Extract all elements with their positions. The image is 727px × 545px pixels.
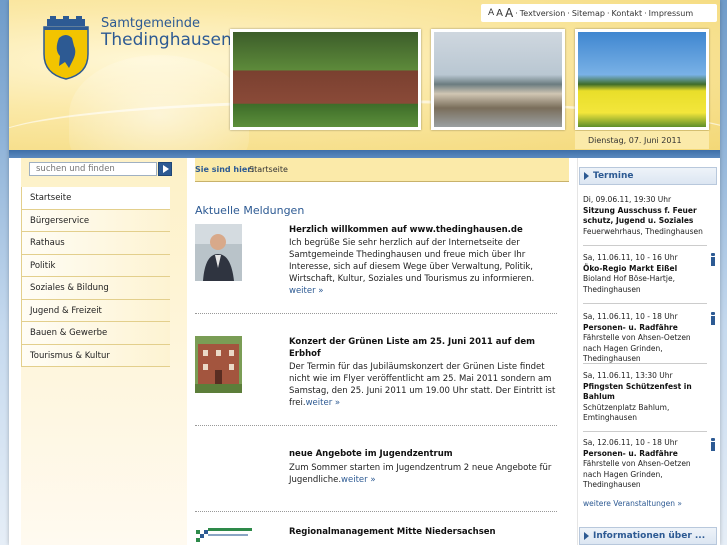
read-more-link[interactable]: weiter » <box>306 398 341 408</box>
main-content: Sie sind hier: Startseite Aktuelle Meldu… <box>195 158 569 545</box>
event-item: Sa, 12.06.11, 10 - 18 Uhr Personen- u. R… <box>583 438 715 491</box>
event-title[interactable]: Personen- u. Radfähre <box>583 449 707 460</box>
photo-manor-house <box>230 29 421 130</box>
event-title[interactable]: Öko-Regio Markt Eißel <box>583 264 707 275</box>
brand-line2: Thedinghausen <box>101 30 232 50</box>
event-item: Sa, 11.06.11, 10 - 18 Uhr Personen- u. R… <box>583 312 715 365</box>
event-separator <box>583 245 707 246</box>
photo-ferry <box>431 29 565 130</box>
event-title[interactable]: Pfingsten Schützenfest in Bahlum <box>583 382 707 403</box>
nav-item-rathaus[interactable]: Rathaus <box>21 232 170 255</box>
event-place: Fährstelle von Ahsen-Oetzen nach Hagen G… <box>583 333 691 363</box>
breadcrumb-current[interactable]: Startseite <box>249 165 288 174</box>
news-title[interactable]: Regionalmanagement Mitte Niedersachsen <box>289 526 557 538</box>
textversion-link[interactable]: Textversion <box>520 9 565 18</box>
event-item: Sa, 11.06.11, 10 - 16 Uhr Öko-Regio Mark… <box>583 253 715 295</box>
news-body: Ich begrüße Sie sehr herzlich auf der In… <box>289 238 535 296</box>
more-events-link[interactable]: weitere Veranstaltungen » <box>583 499 682 508</box>
info-icon[interactable] <box>709 312 717 325</box>
utility-bar: A A A · Textversion · Sitemap · Kontakt … <box>481 4 717 22</box>
separator: · <box>644 8 647 18</box>
event-title[interactable]: Personen- u. Radfähre <box>583 323 707 334</box>
event-item: Di, 09.06.11, 19:30 Uhr Sitzung Ausschus… <box>583 195 707 237</box>
news-separator <box>195 425 557 426</box>
separator: · <box>606 8 610 18</box>
search-submit-button[interactable] <box>158 162 172 176</box>
font-size-small-button[interactable]: A <box>488 8 494 18</box>
event-date: Sa, 11.06.11, 13:30 Uhr <box>583 371 673 380</box>
news-title[interactable]: Konzert der Grünen Liste am 25. Juni 201… <box>289 336 557 360</box>
nav-item-tourismus-kultur[interactable]: Tourismus & Kultur <box>21 344 170 367</box>
news-title[interactable]: Herzlich willkommen auf www.thedinghause… <box>289 224 557 236</box>
coat-of-arms-icon[interactable] <box>41 16 91 80</box>
event-place: Bioland Hof Böse-Hartje, Thedinghausen <box>583 274 675 294</box>
news-image-erbhof[interactable] <box>195 336 242 393</box>
breadcrumb-label: Sie sind hier: <box>195 165 255 174</box>
event-date: Sa, 11.06.11, 10 - 16 Uhr <box>583 253 678 262</box>
nav-item-bauen-gewerbe[interactable]: Bauen & Gewerbe <box>21 322 170 345</box>
regionalmanagement-logo-icon[interactable] <box>195 526 253 545</box>
read-more-link[interactable]: weiter » <box>289 286 324 296</box>
news-body: Zum Sommer starten im Jugendzentrum 2 ne… <box>289 463 552 485</box>
header: Samtgemeinde Thedinghausen A A A · Textv… <box>9 0 720 150</box>
event-title[interactable]: Sitzung Ausschuss f. Feuer schutz, Jugen… <box>583 206 707 227</box>
news-separator <box>195 313 557 314</box>
nav-item-jugend-freizeit[interactable]: Jugend & Freizeit <box>21 299 170 322</box>
main-navigation: Startseite Bürgerservice Rathaus Politik… <box>21 187 170 367</box>
event-place: Schützenplatz Bahlum, Emtinghausen <box>583 402 670 423</box>
nav-item-politik[interactable]: Politik <box>21 254 170 277</box>
section-title: Aktuelle Meldungen <box>195 204 305 217</box>
brand-line1: Samtgemeinde <box>101 16 200 31</box>
event-separator <box>583 431 707 432</box>
header-divider <box>9 150 720 158</box>
termine-header[interactable]: Termine <box>579 167 717 185</box>
page: Samtgemeinde Thedinghausen A A A · Textv… <box>9 0 720 545</box>
event-date: Sa, 11.06.11, 10 - 18 Uhr <box>583 312 678 321</box>
event-date: Di, 09.06.11, 19:30 Uhr <box>583 195 672 204</box>
kontakt-link[interactable]: Kontakt <box>612 9 643 18</box>
event-place: Feuerwehrhaus, Thedinghausen <box>583 226 703 236</box>
search-input[interactable] <box>29 162 157 176</box>
current-date: Dienstag, 07. Juni 2011 <box>575 131 709 149</box>
news-title[interactable]: neue Angebote im Jugendzentrum <box>289 448 557 460</box>
font-size-large-button[interactable]: A <box>505 6 513 20</box>
informationen-header[interactable]: Informationen über ... <box>579 527 717 545</box>
event-place: Fährstelle von Ahsen-Oetzen nach Hagen G… <box>583 459 691 489</box>
news-image-portrait[interactable] <box>195 224 242 281</box>
event-separator <box>583 363 707 364</box>
event-item: Sa, 11.06.11, 13:30 Uhr Pfingsten Schütz… <box>583 371 707 424</box>
separator: · <box>567 8 570 18</box>
nav-item-startseite[interactable]: Startseite <box>21 187 170 210</box>
nav-item-buergerservice[interactable]: Bürgerservice <box>21 209 170 232</box>
event-separator <box>583 303 707 304</box>
event-date: Sa, 12.06.11, 10 - 18 Uhr <box>583 438 678 447</box>
separator: · <box>515 8 518 18</box>
impressum-link[interactable]: Impressum <box>649 9 693 18</box>
photo-rapeseed-field <box>575 29 709 130</box>
news-body: Der Termin für das Jubiläumskonzert der … <box>289 362 556 408</box>
info-icon[interactable] <box>709 253 717 266</box>
read-more-link[interactable]: weiter » <box>341 475 376 485</box>
right-sidebar: Termine Di, 09.06.11, 19:30 Uhr Sitzung … <box>577 158 720 545</box>
left-sidebar: Startseite Bürgerservice Rathaus Politik… <box>21 158 187 545</box>
sitemap-link[interactable]: Sitemap <box>572 9 605 18</box>
info-icon[interactable] <box>709 438 717 451</box>
news-separator <box>195 511 557 512</box>
breadcrumb: Sie sind hier: Startseite <box>195 158 569 182</box>
nav-item-soziales-bildung[interactable]: Soziales & Bildung <box>21 277 170 300</box>
font-size-medium-button[interactable]: A <box>496 8 503 19</box>
